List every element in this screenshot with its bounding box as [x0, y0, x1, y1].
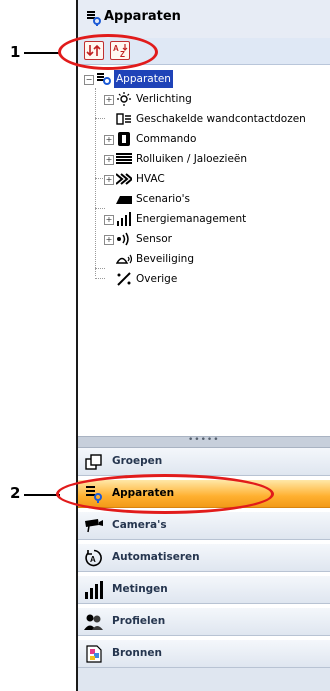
nav-label: Groepen — [112, 455, 163, 467]
tree-connector — [95, 208, 105, 209]
splitter-grip-icon: ••••• — [188, 435, 220, 445]
tree-item-label: Scenario's — [136, 193, 191, 205]
expand-icon[interactable]: + — [104, 135, 114, 145]
panel-splitter[interactable]: ••••• — [78, 435, 330, 448]
sources-icon — [86, 645, 102, 663]
tree-root-label: Apparaten — [114, 70, 173, 88]
nav-item-profielen[interactable]: Profielen — [78, 608, 330, 636]
tree-item-label: HVAC — [136, 173, 165, 185]
misc-icon — [117, 272, 131, 286]
callout-line-1 — [24, 52, 60, 54]
tree-item-label: Verlichting — [136, 93, 192, 105]
expand-icon[interactable]: + — [104, 155, 114, 165]
socket-icon — [116, 113, 131, 125]
expand-icon[interactable]: + — [104, 175, 114, 185]
nav-item-bronnen[interactable]: Bronnen — [78, 640, 330, 668]
expand-icon[interactable]: + — [104, 95, 114, 105]
expand-icon[interactable]: + — [104, 215, 114, 225]
profiles-icon — [84, 614, 103, 630]
callout-line-2 — [24, 494, 60, 496]
tree-item-label: Rolluiken / Jaloezieën — [136, 153, 248, 165]
devices-icon — [97, 73, 111, 85]
tree-item-label: Sensor — [136, 233, 172, 245]
hvac-icon — [116, 173, 132, 185]
nav-item-metingen[interactable]: Metingen — [78, 576, 330, 604]
shutter-icon — [116, 153, 132, 164]
camera-icon — [85, 519, 103, 533]
tree-item-label: Commando — [136, 133, 197, 145]
svg-text:A: A — [90, 555, 96, 564]
command-icon — [118, 132, 130, 146]
expand-icon[interactable]: + — [104, 235, 114, 245]
callout-oval-1 — [58, 34, 158, 70]
sensor-icon — [117, 232, 129, 246]
callout-number-2: 2 — [10, 484, 21, 502]
tree-connector — [95, 118, 105, 119]
tree-item-label: Geschakelde wandcontactdozen — [136, 113, 306, 125]
nav-item-groepen[interactable]: Groepen — [78, 448, 330, 476]
devices-panel: Apparaten A Z − Apparaten + Verlichting … — [76, 0, 330, 691]
collapse-icon[interactable]: − — [84, 75, 94, 85]
tree-item-label: Overige — [136, 273, 178, 285]
nav-label: Bronnen — [112, 647, 162, 659]
measurements-icon — [85, 581, 103, 599]
devices-icon — [87, 11, 101, 26]
panel-title: Apparaten — [104, 9, 181, 24]
nav-item-cameras[interactable]: Camera's — [78, 512, 330, 540]
panel-footer — [78, 668, 330, 691]
scenario-icon — [116, 196, 132, 204]
nav-item-automatiseren[interactable]: A Automatiseren — [78, 544, 330, 572]
light-bulb-icon — [117, 92, 131, 106]
device-tree: − Apparaten + Verlichting Geschakelde wa… — [78, 66, 330, 436]
callout-number-1: 1 — [10, 43, 21, 61]
nav-label: Automatiseren — [112, 551, 200, 563]
nav-label: Profielen — [112, 615, 166, 627]
tree-connector — [95, 278, 105, 279]
panel-header: Apparaten — [78, 0, 330, 39]
tree-connector — [95, 268, 105, 269]
groups-icon — [85, 454, 102, 470]
security-icon — [116, 254, 132, 264]
nav-label: Metingen — [112, 583, 168, 595]
tree-item-label: Beveiliging — [136, 253, 194, 265]
tree-connector — [95, 88, 96, 276]
automation-icon: A — [85, 549, 102, 567]
callout-oval-2 — [56, 474, 274, 514]
energy-bars-icon — [117, 212, 131, 226]
tree-item-label: Energiemanagement — [136, 213, 247, 225]
nav-label: Camera's — [112, 519, 167, 531]
